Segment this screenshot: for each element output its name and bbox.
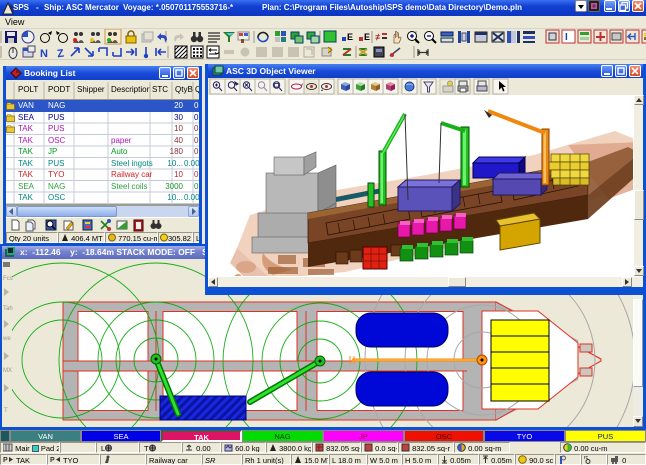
- svg-text:Z: Z: [56, 47, 65, 60]
- svg-text:Fcs: Fcs: [3, 276, 13, 282]
- svg-text:T: T: [4, 408, 8, 414]
- svg-text:P: P: [3, 457, 8, 463]
- svg-text:E: E: [364, 32, 370, 42]
- svg-text:E: E: [347, 32, 353, 42]
- svg-text:I: I: [565, 32, 568, 43]
- svg-text:we: we: [2, 336, 11, 342]
- svg-text:P: P: [50, 457, 55, 463]
- svg-text:Tah: Tah: [3, 306, 13, 312]
- svg-text:MX: MX: [3, 368, 12, 374]
- svg-text:N: N: [40, 48, 48, 60]
